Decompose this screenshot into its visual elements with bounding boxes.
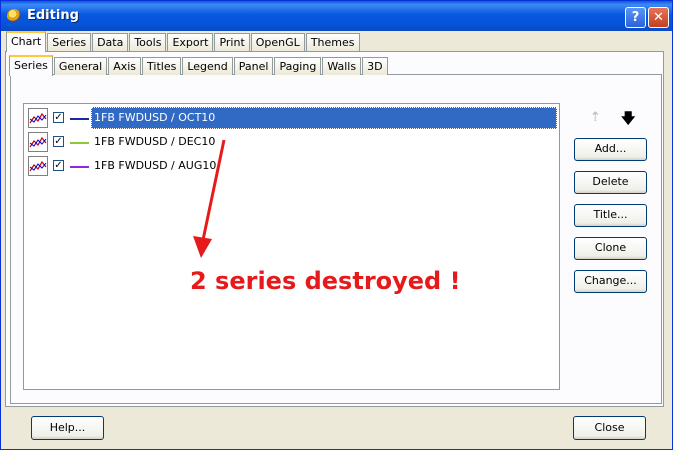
- tab-chart[interactable]: Chart: [6, 31, 47, 52]
- annotation-text: 2 series destroyed !: [190, 267, 461, 295]
- tab-inner-series[interactable]: Series: [9, 55, 53, 76]
- close-button[interactable]: Close: [573, 416, 646, 440]
- help-button[interactable]: Help...: [31, 416, 104, 440]
- annotation-arrow: [193, 139, 226, 258]
